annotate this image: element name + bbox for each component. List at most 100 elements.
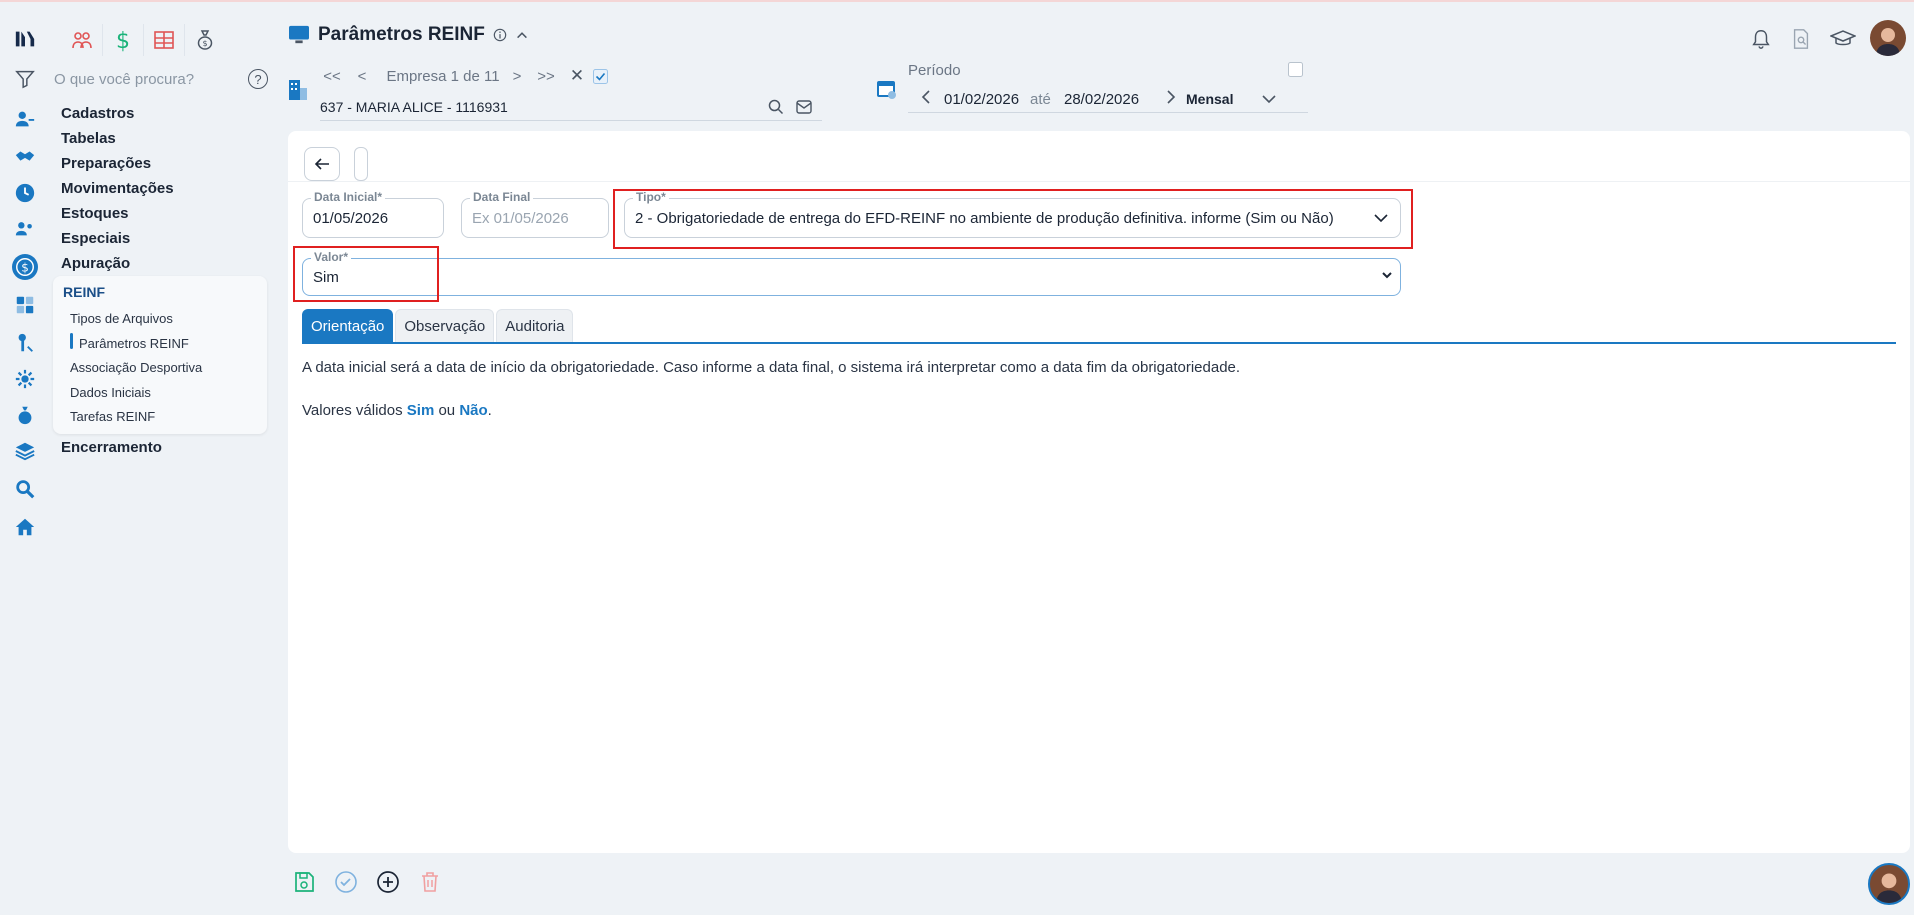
toolbar-button[interactable] xyxy=(354,147,368,181)
money-bag-app-icon[interactable]: $ xyxy=(185,24,225,56)
tab-auditoria[interactable]: Auditoria xyxy=(496,309,574,342)
nav-last-button[interactable]: >> xyxy=(528,68,564,85)
page-title: Parâmetros REINF xyxy=(318,24,485,45)
nav-position: Empresa 1 de 11 xyxy=(386,67,500,85)
logo-icon[interactable] xyxy=(12,26,38,52)
clock-icon[interactable] xyxy=(12,180,38,206)
submenu-item-parametros-reinf[interactable]: Parâmetros REINF xyxy=(79,336,189,351)
sidebar-item-estoques[interactable]: Estoques xyxy=(61,201,174,226)
document-search-icon[interactable] xyxy=(1790,28,1812,50)
periodo-start[interactable]: 01/02/2026 xyxy=(944,91,1030,108)
search-input[interactable]: O que você procura? xyxy=(54,71,248,88)
highlight-box-valor xyxy=(293,246,439,302)
calendar-icon xyxy=(877,81,896,99)
confirm-check-icon[interactable] xyxy=(334,870,358,894)
dollar-circle-icon[interactable]: $ xyxy=(12,254,38,280)
data-inicial-label: Data Inicial* xyxy=(311,190,386,204)
submenu-title[interactable]: REINF xyxy=(63,284,105,300)
nav-first-button[interactable]: << xyxy=(320,68,344,85)
chevron-down-icon[interactable] xyxy=(1262,94,1276,104)
footer-actions xyxy=(292,870,442,894)
data-inicial-field[interactable]: Data Inicial* 01/05/2026 xyxy=(302,190,444,238)
search-zoom-icon[interactable] xyxy=(12,476,38,502)
sidebar-item-especiais[interactable]: Especiais xyxy=(61,226,174,251)
sidebar-item-preparacoes[interactable]: Preparações xyxy=(61,151,174,176)
company-navigator: << < Empresa 1 de 11 > >> ✕ 637 - MARIA … xyxy=(320,64,822,121)
sidebar-item-apuracao[interactable]: Apuração xyxy=(61,251,174,276)
nav-next-button[interactable]: > xyxy=(506,68,528,85)
tools-icon[interactable] xyxy=(12,330,38,356)
people-app-icon[interactable] xyxy=(62,24,103,56)
user-avatar[interactable] xyxy=(1870,20,1906,56)
help-icon[interactable]: ? xyxy=(248,69,268,89)
sidebar-menu: Cadastros Tabelas Preparações Movimentaç… xyxy=(61,101,174,276)
main-panel: Data Inicial* 01/05/2026 Data Final Ex 0… xyxy=(288,131,1910,853)
valid-values-text: Valores válidos Sim ou Não. xyxy=(302,402,1240,419)
user-cadastro-icon[interactable] xyxy=(12,106,38,132)
gear-network-icon[interactable] xyxy=(12,366,38,392)
home-icon[interactable] xyxy=(12,514,38,540)
search-bar[interactable]: O que você procura? ? xyxy=(14,66,268,92)
submenu-item-tarefas-reinf[interactable]: Tarefas REINF xyxy=(70,409,155,424)
graduation-cap-icon[interactable] xyxy=(1830,28,1856,50)
checkbox-checked[interactable] xyxy=(590,68,610,84)
svg-text:$: $ xyxy=(202,39,207,48)
highlight-box-tipo xyxy=(613,189,1413,249)
data-final-field[interactable]: Data Final Ex 01/05/2026 xyxy=(461,190,609,238)
valid-value-sim: Sim xyxy=(406,402,435,419)
calculator-icon[interactable] xyxy=(12,292,38,318)
building-icon xyxy=(289,80,307,100)
divider xyxy=(288,181,1910,182)
sidebar-item-tabelas[interactable]: Tabelas xyxy=(61,126,174,151)
periodo-field[interactable]: 01/02/2026 até 28/02/2026 Mensal xyxy=(908,86,1308,113)
page-header: Parâmetros REINF xyxy=(288,24,529,46)
search-icon[interactable] xyxy=(768,99,784,115)
layers-icon[interactable] xyxy=(12,438,38,464)
submenu-item-associacao-desportiva[interactable]: Associação Desportiva xyxy=(70,360,202,375)
monitor-icon xyxy=(289,25,309,44)
app-switcher: $ $ xyxy=(62,24,225,56)
assistant-avatar[interactable] xyxy=(1868,863,1910,905)
icon-rail: $ xyxy=(0,0,50,915)
add-icon[interactable] xyxy=(376,870,400,894)
periodo-prev-button[interactable] xyxy=(908,90,944,108)
dollar-app-icon[interactable]: $ xyxy=(103,24,144,56)
money-bag-icon[interactable] xyxy=(12,402,38,428)
submenu-reinf: REINF Tipos de Arquivos Parâmetros REINF… xyxy=(53,276,267,434)
chevron-up-icon[interactable] xyxy=(515,28,529,42)
company-value: 637 - MARIA ALICE - 1116931 xyxy=(320,99,508,115)
tab-observacao[interactable]: Observação xyxy=(395,309,495,342)
grid-app-icon[interactable] xyxy=(144,24,185,56)
bell-icon[interactable] xyxy=(1750,28,1772,50)
tab-bar: Orientação Observação Auditoria xyxy=(302,309,574,342)
nav-prev-button[interactable]: < xyxy=(344,68,380,85)
save-icon[interactable] xyxy=(292,870,316,894)
top-accent-line xyxy=(0,0,1914,2)
periodo-next-button[interactable] xyxy=(1156,90,1186,108)
periodo-checkbox[interactable] xyxy=(1288,62,1303,77)
valor-select[interactable]: Valor* Sim xyxy=(302,250,1401,296)
sidebar-item-cadastros[interactable]: Cadastros xyxy=(61,101,174,126)
submenu-item-tipos-de-arquivos[interactable]: Tipos de Arquivos xyxy=(70,311,173,326)
close-icon[interactable]: ✕ xyxy=(564,66,590,86)
periodo-frequency[interactable]: Mensal xyxy=(1186,91,1262,107)
mail-icon[interactable] xyxy=(796,100,812,114)
valid-values-prefix: Valores válidos xyxy=(302,402,407,419)
submenu-item-dados-iniciais[interactable]: Dados Iniciais xyxy=(70,385,151,400)
arrow-left-icon xyxy=(314,158,329,170)
chevron-down-icon xyxy=(1382,272,1392,279)
back-button[interactable] xyxy=(304,147,340,181)
tab-orientacao[interactable]: Orientação xyxy=(302,309,394,342)
company-field[interactable]: 637 - MARIA ALICE - 1116931 xyxy=(320,94,822,121)
sidebar-item-encerramento[interactable]: Encerramento xyxy=(61,439,162,456)
periodo-label: Período xyxy=(908,62,961,79)
handshake-icon[interactable] xyxy=(12,144,38,170)
info-icon[interactable] xyxy=(493,28,507,42)
sidebar-item-movimentacoes[interactable]: Movimentações xyxy=(61,176,174,201)
periodo-separator: até xyxy=(1030,90,1051,108)
delete-trash-icon[interactable] xyxy=(418,870,442,894)
periodo-end[interactable]: 28/02/2026 xyxy=(1064,91,1156,108)
submenu-active-indicator xyxy=(70,333,73,349)
data-final-placeholder: Ex 01/05/2026 xyxy=(472,210,569,227)
users-icon[interactable] xyxy=(12,216,38,242)
